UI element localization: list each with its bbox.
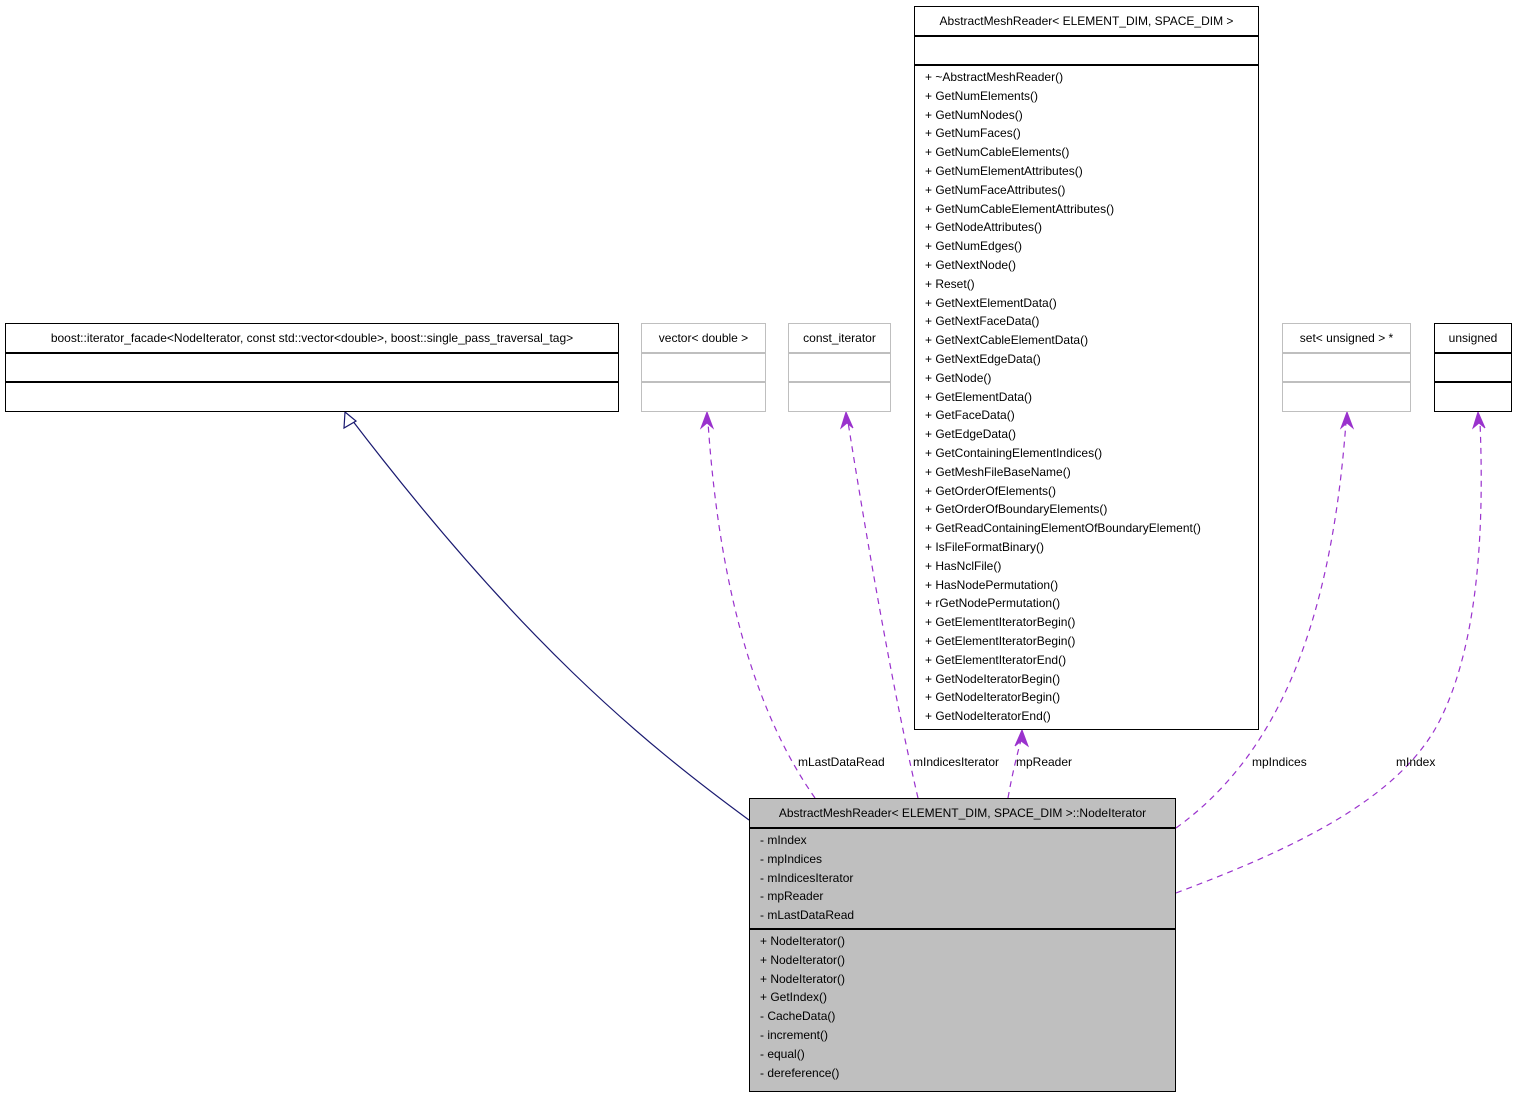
method-item[interactable]: + GetNextCableElementData() bbox=[925, 331, 1258, 350]
attributes-section: - mIndex - mpIndices - mIndicesIterator - m… bbox=[750, 827, 1175, 928]
method-item[interactable]: + GetElementIteratorBegin() bbox=[925, 632, 1258, 651]
edge-label-mLastDataRead: mLastDataRead bbox=[798, 755, 885, 769]
method-item[interactable]: + GetReadContainingElementOfBoundaryElem… bbox=[925, 519, 1258, 538]
usage-arrowhead-mpReader-icon bbox=[1014, 728, 1030, 748]
method-item[interactable]: + GetEdgeData() bbox=[925, 425, 1258, 444]
attributes-section bbox=[915, 35, 1258, 64]
class-title: AbstractMeshReader< ELEMENT_DIM, SPACE_D… bbox=[778, 806, 1147, 820]
method-item[interactable]: + GetNumElementAttributes() bbox=[925, 162, 1258, 181]
methods-section bbox=[789, 381, 890, 410]
method-item[interactable]: + GetNextElementData() bbox=[925, 294, 1258, 313]
inheritance-arrowhead-icon bbox=[343, 410, 358, 430]
method-item[interactable]: + GetNextFaceData() bbox=[925, 312, 1258, 331]
method-item[interactable]: + NodeIterator() bbox=[760, 970, 1175, 989]
attribute-item[interactable]: - mpIndices bbox=[760, 850, 1175, 869]
attributes-section bbox=[642, 352, 765, 381]
method-item[interactable]: + GetNodeIteratorEnd() bbox=[925, 707, 1258, 726]
attribute-item[interactable]: - mIndicesIterator bbox=[760, 869, 1175, 888]
edge-label-mpIndices: mpIndices bbox=[1252, 755, 1307, 769]
method-item[interactable]: + NodeIterator() bbox=[760, 932, 1175, 951]
usage-edge-mIndicesIterator bbox=[847, 421, 919, 799]
attributes-section bbox=[1435, 352, 1511, 381]
method-item[interactable]: + HasNclFile() bbox=[925, 557, 1258, 576]
class-title: vector< double > bbox=[658, 331, 749, 345]
class-unsigned[interactable]: unsigned bbox=[1434, 323, 1512, 412]
usage-edge-mpReader bbox=[1007, 739, 1022, 799]
methods-section bbox=[6, 381, 618, 410]
edge-label-mIndex: mIndex bbox=[1396, 755, 1436, 769]
methods-section: + ~AbstractMeshReader() + GetNumElements(… bbox=[915, 64, 1258, 729]
usage-arrowhead-mIndicesIterator-icon bbox=[840, 410, 854, 430]
edge-label-mpReader: mpReader bbox=[1016, 755, 1073, 769]
class-set-unsigned[interactable]: set< unsigned > * bbox=[1282, 323, 1411, 412]
class-title: unsigned bbox=[1448, 331, 1498, 345]
method-item[interactable]: + GetNumCableElements() bbox=[925, 143, 1258, 162]
attributes-section bbox=[789, 352, 890, 381]
class-title: boost::iterator_facade<NodeIterator, con… bbox=[50, 331, 574, 345]
method-item[interactable]: + ~AbstractMeshReader() bbox=[925, 68, 1258, 87]
method-item[interactable]: + GetNumEdges() bbox=[925, 237, 1258, 256]
methods-section: + NodeIterator() + NodeIterator() + NodeIt… bbox=[750, 927, 1175, 1085]
class-const-iterator[interactable]: const_iterator bbox=[788, 323, 891, 412]
method-item[interactable]: + GetFaceData() bbox=[925, 406, 1258, 425]
method-item[interactable]: + GetIndex() bbox=[760, 988, 1175, 1007]
method-item[interactable]: + GetNumElements() bbox=[925, 87, 1258, 106]
usage-edge-mLastDataRead bbox=[707, 421, 816, 799]
methods-section bbox=[1283, 381, 1410, 410]
edge-label-mIndicesIterator: mIndicesIterator bbox=[913, 755, 1000, 769]
class-abstract-mesh-reader[interactable]: AbstractMeshReader< ELEMENT_DIM, SPACE_D… bbox=[914, 6, 1259, 730]
method-item[interactable]: + GetNumFaceAttributes() bbox=[925, 181, 1258, 200]
method-item[interactable]: + HasNodePermutation() bbox=[925, 576, 1258, 595]
attribute-item[interactable]: - mLastDataRead bbox=[760, 906, 1175, 925]
method-item[interactable]: - increment() bbox=[760, 1026, 1175, 1045]
method-item[interactable]: + GetOrderOfBoundaryElements() bbox=[925, 500, 1258, 519]
attribute-item[interactable]: - mIndex bbox=[760, 831, 1175, 850]
method-item[interactable]: + GetNodeAttributes() bbox=[925, 218, 1258, 237]
usage-arrowhead-mIndex-icon bbox=[1472, 410, 1486, 430]
method-item[interactable]: - CacheData() bbox=[760, 1007, 1175, 1026]
method-item[interactable]: + GetNodeIteratorBegin() bbox=[925, 670, 1258, 689]
method-item[interactable]: + GetMeshFileBaseName() bbox=[925, 463, 1258, 482]
method-item[interactable]: + GetNextEdgeData() bbox=[925, 350, 1258, 369]
method-item[interactable]: + GetElementData() bbox=[925, 388, 1258, 407]
class-iterator-facade[interactable]: boost::iterator_facade<NodeIterator, con… bbox=[5, 323, 619, 412]
usage-arrowhead-mpIndices-icon bbox=[1339, 410, 1355, 430]
method-item[interactable]: + GetNode() bbox=[925, 369, 1258, 388]
methods-section bbox=[1435, 381, 1511, 410]
method-item[interactable]: + GetNodeIteratorBegin() bbox=[925, 688, 1258, 707]
method-item[interactable]: + GetOrderOfElements() bbox=[925, 482, 1258, 501]
usage-arrowhead-mLastDataRead-icon bbox=[699, 410, 715, 430]
class-title: set< unsigned > * bbox=[1299, 331, 1394, 345]
method-item[interactable]: + Reset() bbox=[925, 275, 1258, 294]
method-item[interactable]: - equal() bbox=[760, 1045, 1175, 1064]
method-item[interactable]: + GetNumCableElementAttributes() bbox=[925, 200, 1258, 219]
class-node-iterator[interactable]: AbstractMeshReader< ELEMENT_DIM, SPACE_D… bbox=[749, 798, 1176, 1092]
method-item[interactable]: + GetElementIteratorBegin() bbox=[925, 613, 1258, 632]
method-item[interactable]: + IsFileFormatBinary() bbox=[925, 538, 1258, 557]
method-item[interactable]: + GetElementIteratorEnd() bbox=[925, 651, 1258, 670]
class-vector-double[interactable]: vector< double > bbox=[641, 323, 766, 412]
class-title: const_iterator bbox=[803, 331, 876, 345]
inheritance-edge bbox=[351, 419, 750, 821]
method-item[interactable]: + GetContainingElementIndices() bbox=[925, 444, 1258, 463]
attribute-item[interactable]: - mpReader bbox=[760, 887, 1175, 906]
attributes-section bbox=[6, 352, 618, 381]
method-item[interactable]: + GetNextNode() bbox=[925, 256, 1258, 275]
method-item[interactable]: + GetNumNodes() bbox=[925, 106, 1258, 125]
method-item[interactable]: + rGetNodePermutation() bbox=[925, 594, 1258, 613]
method-item[interactable]: + GetNumFaces() bbox=[925, 124, 1258, 143]
method-item[interactable]: - dereference() bbox=[760, 1064, 1175, 1083]
attributes-section bbox=[1283, 352, 1410, 381]
method-item[interactable]: + NodeIterator() bbox=[760, 951, 1175, 970]
methods-section bbox=[642, 381, 765, 410]
class-title: AbstractMeshReader< ELEMENT_DIM, SPACE_D… bbox=[939, 14, 1234, 28]
